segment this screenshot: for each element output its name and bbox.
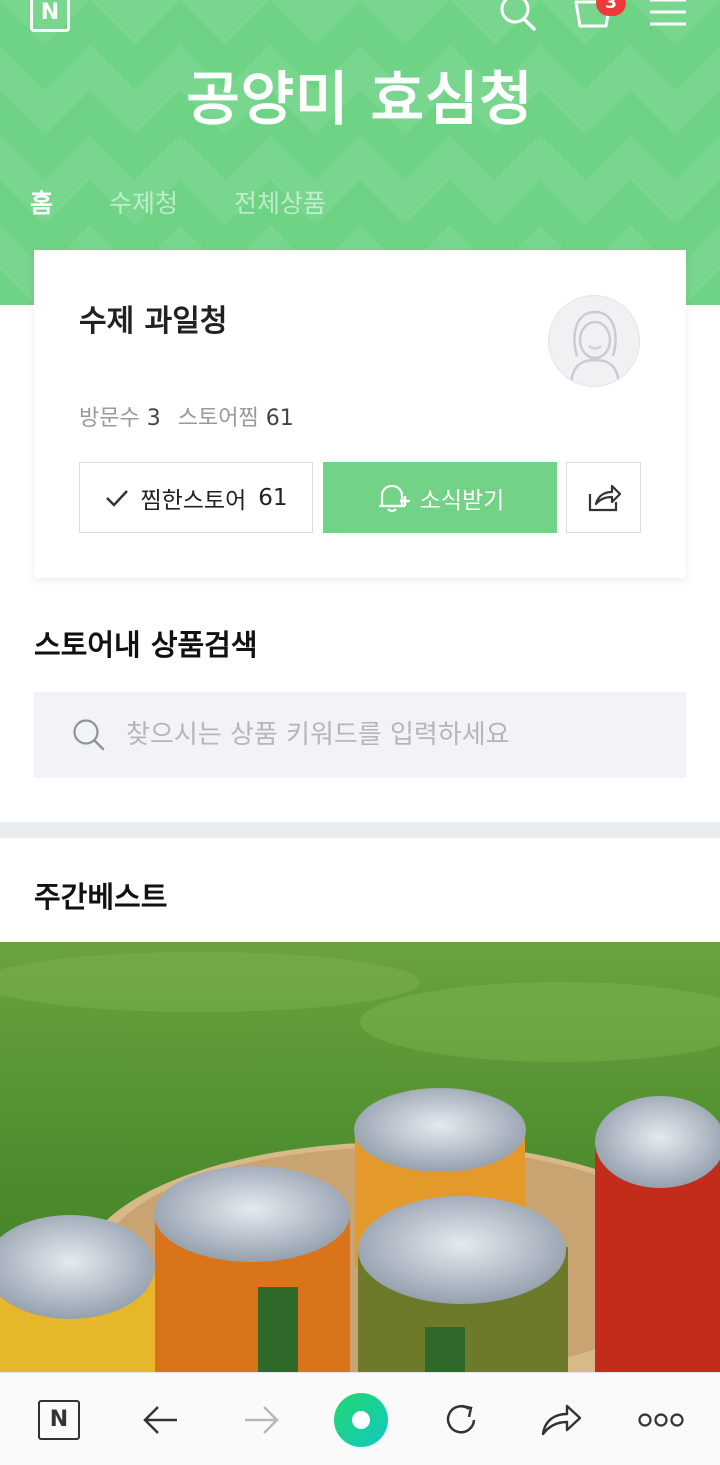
cart-count-badge: 3 [596, 0, 626, 16]
browser-bottom-bar: N [0, 1372, 720, 1465]
store-search-box[interactable] [34, 692, 686, 778]
green-dot-icon [334, 1393, 388, 1447]
search-icon[interactable] [498, 0, 538, 38]
refresh-button[interactable] [431, 1393, 491, 1447]
store-title: 공양미 효심청 [186, 65, 534, 133]
store-search-title: 스토어내 상품검색 [34, 628, 258, 662]
forward-button[interactable] [231, 1393, 291, 1447]
store-fav-label: 스토어찜 [177, 406, 259, 431]
more-button[interactable] [631, 1393, 691, 1447]
green-dot-button[interactable] [331, 1393, 391, 1447]
refresh-icon [446, 1404, 476, 1434]
visits-count: 3 [146, 406, 161, 431]
weekly-best-title: 주간베스트 [34, 880, 168, 914]
favorite-store-label: 찜한스토어 [140, 487, 247, 514]
share-icon [588, 484, 621, 511]
subscribe-news-button[interactable]: 소식받기 [323, 462, 557, 533]
store-fav-count: 61 [265, 406, 294, 431]
section-divider [0, 822, 720, 838]
favorite-store-button[interactable]: 찜한스토어 61 [79, 462, 313, 533]
naver-logo-icon: N [38, 1400, 80, 1440]
share-page-button[interactable] [531, 1393, 591, 1447]
store-profile-name: 수제 과일청 [79, 304, 228, 339]
store-stats: 방문수 3 스토어찜 61 [79, 400, 304, 432]
tab-handmade-syrup[interactable]: 수제청 [109, 184, 178, 220]
favorite-store-count: 61 [258, 484, 288, 511]
bell-plus-icon [378, 484, 410, 512]
arrow-right-icon [245, 1406, 279, 1434]
search-icon [73, 719, 105, 751]
share-button[interactable] [566, 462, 641, 533]
tab-all-products[interactable]: 전체상품 [234, 184, 326, 220]
share-arrow-icon [541, 1404, 582, 1436]
naver-logo-icon[interactable]: N [30, 0, 70, 32]
check-icon [106, 489, 129, 507]
avatar [548, 295, 640, 387]
store-nav-tabs: 홈 수제청 전체상품 [30, 184, 382, 220]
store-search-input[interactable] [126, 720, 666, 750]
back-button[interactable] [131, 1393, 191, 1447]
tab-home[interactable]: 홈 [30, 184, 53, 220]
store-profile-card: 수제 과일청 방문수 3 스토어찜 61 찜한스토어 61 소식받기 [34, 250, 686, 578]
more-dots-icon [638, 1413, 684, 1427]
subscribe-news-label: 소식받기 [419, 487, 505, 514]
weekly-best-product-image[interactable] [0, 942, 720, 1372]
menu-icon[interactable] [648, 0, 688, 34]
naver-home-button[interactable]: N [29, 1393, 89, 1447]
visits-label: 방문수 [79, 406, 140, 431]
arrow-left-icon [143, 1406, 177, 1434]
